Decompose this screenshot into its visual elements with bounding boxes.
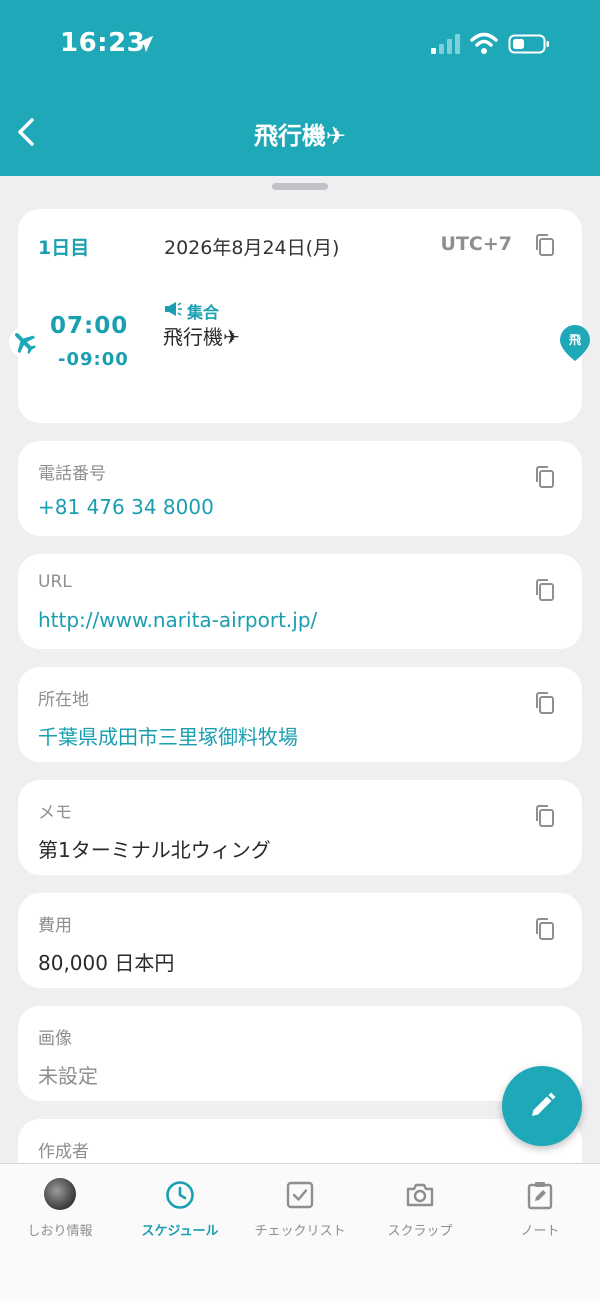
address-label: 所在地 (38, 690, 89, 710)
url-label: URL (38, 572, 72, 592)
wifi-icon (470, 32, 498, 54)
day-label: 1日目 (38, 237, 90, 259)
tab-label: スクラップ (387, 1224, 453, 1239)
tab-note[interactable]: ノート (480, 1164, 600, 1254)
event-title: 飛行機✈ (163, 325, 240, 349)
memo-value: 第1ターミナル北ウィング (38, 838, 271, 862)
copy-icon[interactable] (534, 233, 556, 257)
tab-label: ノート (520, 1224, 560, 1239)
address-card: 所在地 千葉県成田市三里塚御料牧場 (18, 667, 582, 762)
start-time: 07:00 (50, 313, 129, 339)
tab-label: しおり情報 (27, 1224, 93, 1239)
tab-label: スケジュール (141, 1224, 219, 1239)
checkbox-icon (286, 1181, 314, 1209)
pencil-icon (532, 1092, 556, 1116)
megaphone-icon (165, 302, 182, 316)
tab-shiori-info[interactable]: しおり情報 (0, 1164, 120, 1254)
image-value: 未設定 (38, 1064, 98, 1088)
sheet-drag-handle[interactable] (272, 183, 328, 190)
memo-label: メモ (38, 803, 72, 823)
date-label: 2026年8月24日(月) (164, 237, 340, 259)
copy-icon[interactable] (534, 465, 556, 489)
image-label: 画像 (38, 1029, 72, 1049)
clock-icon (166, 1181, 194, 1209)
copy-icon[interactable] (534, 917, 556, 941)
author-label: 作成者 (38, 1142, 89, 1162)
location-arrow-icon (136, 35, 154, 53)
tab-scrap[interactable]: スクラップ (360, 1164, 480, 1254)
category-label: 集合 (187, 303, 220, 322)
bottom-tab-bar: しおり情報 スケジュール チェックリスト スクラップ ノート (0, 1163, 600, 1301)
app-header: 16:23 飛行機✈ (0, 0, 600, 176)
camera-icon (406, 1183, 434, 1207)
phone-link[interactable]: +81 476 34 8000 (38, 495, 214, 519)
tab-schedule[interactable]: スケジュール (120, 1164, 240, 1254)
map-pin-label: 飛 (568, 333, 581, 347)
phone-label: 電話番号 (38, 464, 106, 484)
map-pin[interactable]: 飛 (558, 323, 592, 363)
tab-label: チェックリスト (254, 1224, 346, 1239)
url-link[interactable]: http://www.narita-airport.jp/ (38, 608, 317, 632)
end-time: -09:00 (58, 349, 129, 370)
image-card: 画像 未設定 (18, 1006, 582, 1101)
cost-label: 費用 (38, 916, 72, 936)
copy-icon[interactable] (534, 804, 556, 828)
copy-icon[interactable] (534, 691, 556, 715)
airplane-icon (9, 327, 39, 357)
status-time: 16:23 (60, 28, 146, 58)
tab-checklist[interactable]: チェックリスト (240, 1164, 360, 1254)
address-link[interactable]: 千葉県成田市三里塚御料牧場 (38, 721, 298, 750)
schedule-card: 1日目 2026年8月24日(月) UTC+7 07:00 -09:00 集合 … (9, 209, 590, 423)
cellular-signal-icon (431, 34, 460, 54)
cost-card: 費用 80,000 日本円 (18, 893, 582, 988)
cost-value: 80,000 日本円 (38, 951, 175, 975)
memo-card: メモ 第1ターミナル北ウィング (18, 780, 582, 875)
edit-button[interactable] (502, 1066, 582, 1146)
phone-card: 電話番号 +81 476 34 8000 (18, 441, 582, 536)
page-title: 飛行機✈ (253, 122, 347, 150)
note-icon (527, 1182, 553, 1210)
avatar (44, 1178, 76, 1210)
battery-icon (508, 34, 549, 54)
copy-icon[interactable] (534, 578, 556, 602)
timezone-label: UTC+7 (440, 233, 512, 255)
url-card: URL http://www.narita-airport.jp/ (18, 554, 582, 649)
